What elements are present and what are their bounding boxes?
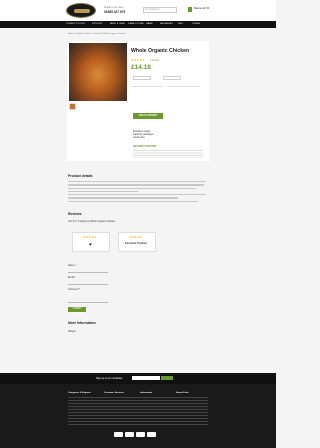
footer-col-title: Categories & Regions	[68, 392, 91, 394]
rating-stars: ★★★★★	[131, 58, 145, 62]
bullet-item: Great price	[133, 136, 145, 139]
nav-item[interactable]: BEEF & VEAL	[110, 23, 125, 25]
paypal-icon	[147, 432, 156, 437]
phone-number[interactable]: 01885 427 679	[104, 10, 125, 14]
logo[interactable]	[66, 3, 96, 18]
nav-item[interactable]: TURKEY & DUCK	[66, 23, 85, 25]
nav-item[interactable]: DELI	[178, 23, 183, 25]
details-text	[68, 181, 208, 204]
comment-label: Comment *	[68, 288, 80, 291]
breadcrumb[interactable]: Home / Poultry & Game / Chicken / Whole …	[68, 33, 126, 35]
basket-total[interactable]: Basket £0.00	[194, 7, 209, 10]
email-field[interactable]	[68, 284, 108, 285]
more-info-row: Weight	[68, 330, 76, 333]
comment-field[interactable]	[68, 302, 108, 303]
mastercard-icon	[125, 432, 134, 437]
search-placeholder: I'm looking for...	[145, 8, 162, 11]
product-image[interactable]	[69, 43, 127, 101]
review-card: ★★★★★ Excellent Product	[118, 232, 156, 252]
review-stars: ★★★★★	[83, 235, 97, 239]
name-label: Name *	[68, 264, 76, 267]
nav-item[interactable]: LAMB & PORK	[128, 23, 144, 25]
nav-item[interactable]: GAME	[146, 23, 153, 25]
phone-label: Speak to our team	[104, 6, 124, 9]
rating-icon: ♥	[89, 242, 92, 248]
nav-item[interactable]: SAUSAGES	[160, 23, 173, 25]
basket-icon[interactable]	[188, 7, 192, 12]
footer-links[interactable]	[68, 397, 208, 425]
visa-icon	[114, 432, 123, 437]
product-price: £14.18	[131, 64, 151, 71]
name-field[interactable]	[68, 272, 108, 273]
nav-item[interactable]: OTHER	[192, 23, 200, 25]
weight-select[interactable]	[133, 76, 151, 80]
review-title: Excellent Product	[125, 242, 147, 245]
product-title: Whole Organic Chicken	[131, 48, 190, 54]
footer-col-title: Customer Services	[104, 392, 124, 394]
reviews-link[interactable]: 1 review	[150, 59, 159, 62]
main-nav: TURKEY & DUCK POULTRY BEEF & VEAL LAMB &…	[0, 21, 276, 28]
newsletter-label: Sign up to our newsletter	[96, 377, 123, 380]
email-label: Email *	[68, 276, 76, 279]
info-box-left	[131, 86, 163, 110]
nav-item[interactable]: POULTRY	[92, 23, 103, 25]
review-stars: ★★★★★	[129, 235, 143, 239]
delivery-text	[133, 150, 203, 158]
details-heading: Product details	[68, 174, 93, 178]
product-thumbnail[interactable]	[69, 103, 76, 110]
footer-col-title: Information	[140, 392, 153, 394]
review-card: ★★★★★ ♥	[72, 232, 110, 252]
maestro-icon	[136, 432, 145, 437]
footer-col-title: Social Links	[176, 392, 189, 394]
quantity-select[interactable]	[163, 76, 181, 80]
reviews-heading: Reviews	[68, 212, 82, 216]
newsletter-email-input[interactable]	[132, 376, 160, 380]
submit-review-button[interactable]: SUBMIT REVIEW	[68, 307, 86, 315]
newsletter-submit-button[interactable]	[161, 376, 173, 380]
more-info-heading: More Information	[68, 321, 96, 325]
logo-mark	[74, 9, 90, 13]
header	[0, 0, 276, 21]
bullet-list: Excellent quality Carefully packaged Gre…	[133, 130, 153, 139]
add-to-basket-button[interactable]: ADD TO BASKET	[133, 113, 163, 119]
delivery-options-link[interactable]: DELIVERY OPTIONS	[133, 145, 156, 148]
info-box-right	[167, 86, 199, 110]
reviews-summary: Our 5.0 / 5 rating for Whole Organic Chi…	[68, 220, 116, 223]
